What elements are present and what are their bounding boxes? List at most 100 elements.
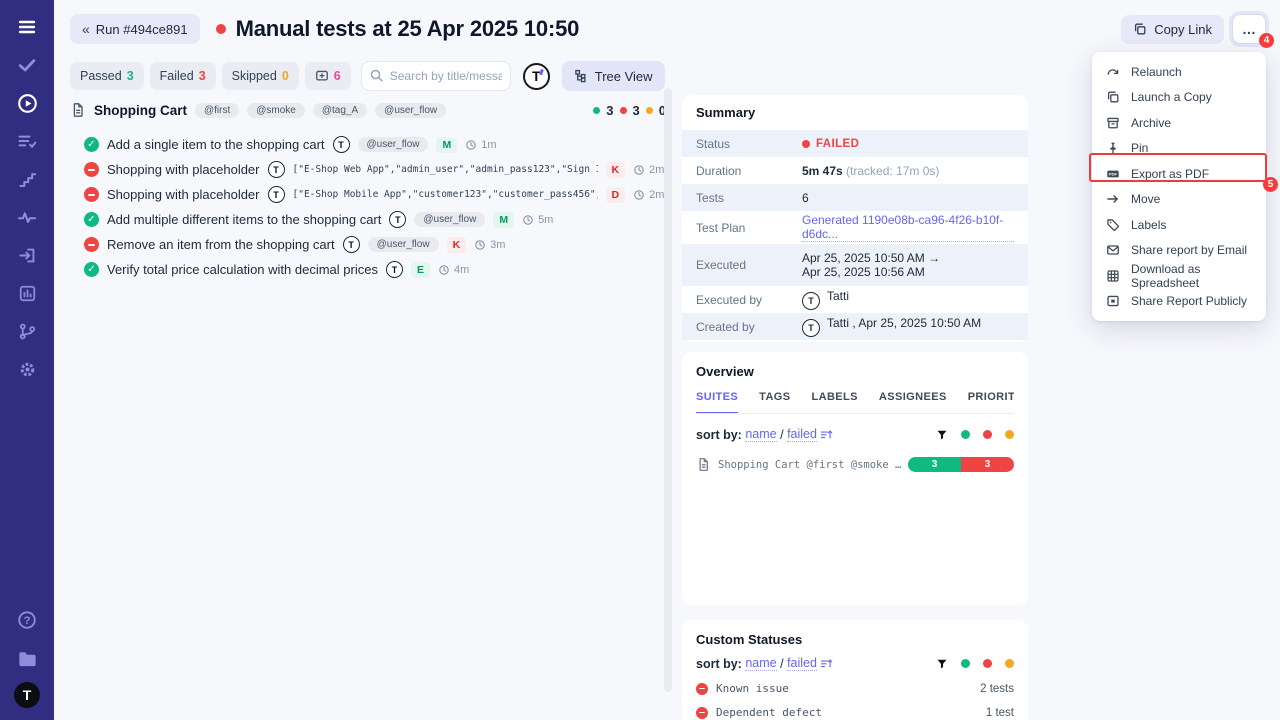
copy-icon bbox=[1106, 90, 1120, 104]
test-row[interactable]: ✓ Add multiple different items to the sh… bbox=[84, 207, 666, 232]
test-plan-link[interactable]: Generated 1190e08b-ca96-4f26-b10f-d6dc..… bbox=[802, 213, 1014, 242]
suite-tag[interactable]: @first bbox=[195, 103, 239, 118]
tree-view-icon bbox=[574, 69, 588, 83]
menu-item-share-report-by-email[interactable]: Share report by Email bbox=[1092, 238, 1266, 264]
overview-suite-name[interactable]: Shopping Cart @first @smoke … bbox=[718, 459, 901, 471]
suite-tag[interactable]: @user_flow bbox=[375, 103, 446, 118]
suite-failed-count: 3 bbox=[633, 103, 640, 118]
passed-filter-dot[interactable] bbox=[961, 430, 970, 439]
test-tag[interactable]: @user_flow bbox=[358, 137, 429, 152]
filter-toolbar: Passed 3 Failed 3 Skipped 0 6 T Tree Vie… bbox=[70, 61, 665, 91]
settings-gear-icon[interactable] bbox=[17, 359, 37, 379]
sort-name-link[interactable]: name bbox=[745, 427, 776, 442]
menu-item-export-as-pdf[interactable]: Export as PDF bbox=[1092, 161, 1266, 187]
custom-status-name[interactable]: Dependent defect bbox=[716, 706, 822, 719]
overview-suite-row[interactable]: Shopping Cart @first @smoke … 3 3 bbox=[696, 457, 1014, 472]
test-row[interactable]: Remove an item from the shopping cart T … bbox=[84, 232, 666, 257]
checkmark-nav-icon[interactable] bbox=[17, 55, 37, 75]
user-avatar: T bbox=[802, 319, 820, 337]
sort-failed-link[interactable]: failed bbox=[787, 427, 817, 442]
status-letter-badge[interactable]: K bbox=[606, 162, 626, 178]
tab-priority[interactable]: PRIORIT bbox=[968, 391, 1014, 413]
pulse-analytics-icon[interactable] bbox=[17, 207, 37, 227]
suite-tag[interactable]: @tag_A bbox=[313, 103, 367, 118]
menu-item-pin[interactable]: Pin bbox=[1092, 136, 1266, 162]
test-name[interactable]: Verify total price calculation with deci… bbox=[107, 262, 378, 277]
copy-link-button[interactable]: Copy Link bbox=[1121, 15, 1224, 44]
suite-row[interactable]: Shopping Cart @first @smoke @tag_A @user… bbox=[70, 100, 666, 120]
tab-assignees[interactable]: ASSIGNEES bbox=[879, 391, 947, 413]
menu-item-move[interactable]: Move bbox=[1092, 187, 1266, 213]
test-list-icon[interactable] bbox=[17, 131, 37, 151]
failed-filter-dot[interactable] bbox=[983, 659, 992, 668]
menu-item-relaunch[interactable]: Relaunch bbox=[1092, 59, 1266, 85]
panel-scrollbar[interactable] bbox=[664, 88, 672, 692]
sort-ascending-icon[interactable] bbox=[820, 428, 833, 441]
status-letter-badge[interactable]: D bbox=[606, 187, 626, 203]
test-parameters: ["E-Shop Web App","admin_user","admin_pa… bbox=[293, 164, 598, 175]
filter-passed[interactable]: Passed 3 bbox=[70, 62, 144, 90]
filter-failed[interactable]: Failed 3 bbox=[150, 62, 216, 90]
back-to-run-button[interactable]: « Run #494ce891 bbox=[70, 14, 200, 44]
tab-tags[interactable]: TAGS bbox=[759, 391, 790, 413]
projects-folder-icon[interactable] bbox=[17, 648, 37, 668]
menu-item-labels[interactable]: Labels bbox=[1092, 212, 1266, 238]
user-avatar: T bbox=[802, 292, 820, 310]
suite-counts: 3 3 0 bbox=[593, 103, 666, 118]
test-name[interactable]: Shopping with placeholder bbox=[107, 162, 260, 177]
reporter-logo-icon: T bbox=[268, 186, 285, 203]
passed-filter-dot[interactable] bbox=[961, 659, 970, 668]
status-letter-badge[interactable]: K bbox=[447, 237, 467, 253]
branch-icon[interactable] bbox=[17, 321, 37, 341]
suite-name[interactable]: Shopping Cart bbox=[94, 103, 187, 118]
sort-failed-link[interactable]: failed bbox=[787, 656, 817, 671]
filter-skipped-label: Skipped bbox=[232, 69, 277, 83]
test-name[interactable]: Shopping with placeholder bbox=[107, 187, 260, 202]
menu-item-download-as-spreadsheet[interactable]: Download as Spreadsheet bbox=[1092, 263, 1266, 289]
menu-item-label: Share Report Publicly bbox=[1131, 294, 1247, 308]
menu-item-share-report-publicly[interactable]: Share Report Publicly bbox=[1092, 289, 1266, 315]
failed-filter-dot[interactable] bbox=[983, 430, 992, 439]
test-row[interactable]: ✓ Verify total price calculation with de… bbox=[84, 257, 666, 282]
help-icon[interactable] bbox=[17, 610, 37, 630]
test-row[interactable]: Shopping with placeholder T ["E-Shop Web… bbox=[84, 157, 666, 182]
custom-status-row[interactable]: Known issue 2 tests bbox=[696, 682, 1014, 695]
sort-ascending-icon[interactable] bbox=[820, 657, 833, 670]
test-name[interactable]: Add multiple different items to the shop… bbox=[107, 212, 381, 227]
test-name[interactable]: Remove an item from the shopping cart bbox=[107, 237, 335, 252]
menu-icon[interactable] bbox=[17, 17, 37, 37]
user-avatar[interactable]: T bbox=[14, 682, 40, 708]
test-tag[interactable]: @user_flow bbox=[414, 212, 485, 227]
test-row[interactable]: Shopping with placeholder T ["E-Shop Mob… bbox=[84, 182, 666, 207]
funnel-icon[interactable] bbox=[936, 429, 948, 441]
reports-chart-icon[interactable] bbox=[17, 283, 37, 303]
comments-count: 6 bbox=[334, 69, 341, 83]
test-parameters: ["E-Shop Mobile App","customer123","cust… bbox=[293, 189, 598, 200]
status-letter-badge[interactable]: M bbox=[436, 137, 457, 153]
custom-status-count: 2 tests bbox=[980, 683, 1014, 695]
test-tag[interactable]: @user_flow bbox=[368, 237, 439, 252]
filter-skipped[interactable]: Skipped 0 bbox=[222, 62, 299, 90]
status-letter-badge[interactable]: E bbox=[411, 262, 430, 278]
steps-icon[interactable] bbox=[17, 169, 37, 189]
tree-view-button[interactable]: Tree View bbox=[562, 61, 665, 91]
runs-play-icon[interactable] bbox=[17, 93, 37, 113]
custom-status-row[interactable]: Dependent defect 1 test bbox=[696, 706, 1014, 719]
custom-status-name[interactable]: Known issue bbox=[716, 682, 789, 695]
status-letter-badge[interactable]: M bbox=[493, 212, 514, 228]
test-row[interactable]: ✓ Add a single item to the shopping cart… bbox=[84, 132, 666, 157]
sort-name-link[interactable]: name bbox=[745, 656, 776, 671]
suite-tag[interactable]: @smoke bbox=[247, 103, 305, 118]
skipped-filter-dot[interactable] bbox=[1005, 659, 1014, 668]
created-by-label: Created by bbox=[696, 320, 802, 334]
tab-suites[interactable]: SUITES bbox=[696, 391, 738, 414]
menu-item-launch-a-copy[interactable]: Launch a Copy bbox=[1092, 85, 1266, 111]
test-name[interactable]: Add a single item to the shopping cart bbox=[107, 137, 325, 152]
comments-filter[interactable]: 6 bbox=[305, 62, 351, 90]
menu-item-archive[interactable]: Archive bbox=[1092, 110, 1266, 136]
funnel-icon[interactable] bbox=[936, 658, 948, 670]
import-icon[interactable] bbox=[17, 245, 37, 265]
skipped-filter-dot[interactable] bbox=[1005, 430, 1014, 439]
tab-labels[interactable]: LABELS bbox=[811, 391, 857, 413]
app-logo[interactable]: T bbox=[523, 63, 550, 90]
